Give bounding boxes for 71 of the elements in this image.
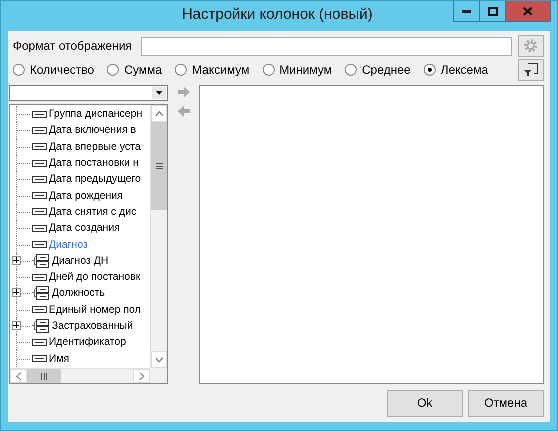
field-group-icon bbox=[32, 286, 50, 300]
aggregate-radio[interactable]: Среднее bbox=[345, 63, 411, 77]
minimize-icon bbox=[462, 10, 471, 12]
tree-item[interactable]: Дата впервые уста bbox=[10, 138, 150, 155]
field-icon bbox=[32, 176, 47, 183]
radio-dot[interactable] bbox=[13, 64, 25, 76]
expand-icon[interactable] bbox=[12, 256, 21, 265]
dropdown-arrow-icon bbox=[156, 91, 162, 95]
tree-item[interactable]: Группа диспансерн bbox=[10, 106, 150, 122]
filter-icon bbox=[523, 63, 539, 77]
format-label: Формат отображения bbox=[12, 39, 134, 53]
expand-icon[interactable] bbox=[12, 288, 21, 298]
aggregate-radio[interactable]: Максимум bbox=[175, 63, 250, 77]
aggregate-radio[interactable]: Сумма bbox=[107, 63, 162, 77]
scroll-down-icon[interactable] bbox=[154, 356, 164, 362]
radio-dot[interactable] bbox=[424, 64, 436, 76]
maximize-icon bbox=[488, 6, 498, 16]
aggregate-radio[interactable]: Лексема bbox=[424, 63, 488, 77]
close-button[interactable] bbox=[505, 1, 551, 22]
tree-item[interactable]: Диагноз ДН bbox=[10, 252, 150, 269]
tree-item[interactable]: Дата предыдущего bbox=[10, 171, 150, 188]
close-icon bbox=[523, 6, 533, 16]
aggregate-radio[interactable]: Количество bbox=[13, 63, 94, 77]
tree-item[interactable]: Идентификатор bbox=[10, 334, 150, 350]
horizontal-scrollbar[interactable] bbox=[10, 368, 150, 383]
radio-dot[interactable] bbox=[107, 64, 120, 76]
field-icon bbox=[32, 355, 47, 362]
field-icon bbox=[32, 160, 47, 167]
field-icon bbox=[32, 126, 47, 134]
cancel-button[interactable]: Отмена bbox=[468, 390, 544, 416]
grip-icon bbox=[40, 372, 48, 380]
field-group-icon bbox=[32, 319, 50, 333]
tree-item[interactable]: Застрахованный bbox=[10, 318, 150, 334]
field-icon bbox=[32, 306, 47, 314]
format-field[interactable] bbox=[141, 36, 512, 56]
tree-item[interactable]: Должность bbox=[10, 285, 150, 302]
scroll-up-icon[interactable] bbox=[154, 110, 164, 116]
filter-button[interactable] bbox=[518, 59, 544, 81]
settings-icon bbox=[523, 38, 539, 54]
field-icon bbox=[32, 224, 47, 232]
field-icon bbox=[32, 143, 47, 150]
scroll-left-icon[interactable] bbox=[16, 372, 22, 380]
window-title: Настройки колонок (новый) bbox=[181, 5, 374, 23]
tree-item[interactable]: Единый номер пол bbox=[10, 302, 150, 318]
field-icon bbox=[32, 208, 47, 216]
field-icon bbox=[32, 192, 47, 200]
tree-item[interactable]: Дата создания bbox=[10, 220, 150, 236]
expand-icon[interactable] bbox=[12, 320, 21, 330]
tree-item[interactable]: Дата включения в bbox=[10, 122, 150, 139]
tree-item[interactable]: Дата рождения bbox=[10, 187, 150, 204]
tree-item[interactable]: Дней до постановк bbox=[10, 268, 150, 286]
field-icon bbox=[32, 274, 47, 281]
field-group-icon bbox=[32, 254, 50, 268]
tree-item[interactable]: Дата снятия с дис bbox=[10, 204, 150, 220]
field-icon bbox=[32, 241, 47, 248]
grip-icon bbox=[156, 162, 162, 170]
tree-item[interactable]: Дата постановки н bbox=[10, 154, 150, 172]
aggregate-radio[interactable]: Минимум bbox=[262, 63, 332, 77]
vertical-scrollbar[interactable] bbox=[150, 105, 167, 368]
field-icon bbox=[32, 338, 47, 346]
tree-item[interactable]: Диагноз bbox=[10, 236, 150, 253]
minimize-button[interactable] bbox=[453, 1, 480, 22]
radio-dot[interactable] bbox=[262, 64, 275, 76]
scroll-right-icon[interactable] bbox=[138, 372, 144, 380]
field-source-dropdown[interactable] bbox=[9, 85, 168, 101]
ok-button[interactable]: Ok bbox=[387, 390, 463, 416]
field-icon bbox=[32, 110, 47, 118]
scrollbar-corner bbox=[150, 368, 167, 383]
radio-dot[interactable] bbox=[175, 64, 188, 76]
radio-dot[interactable] bbox=[345, 64, 358, 76]
tree-item[interactable]: Имя bbox=[10, 350, 150, 367]
